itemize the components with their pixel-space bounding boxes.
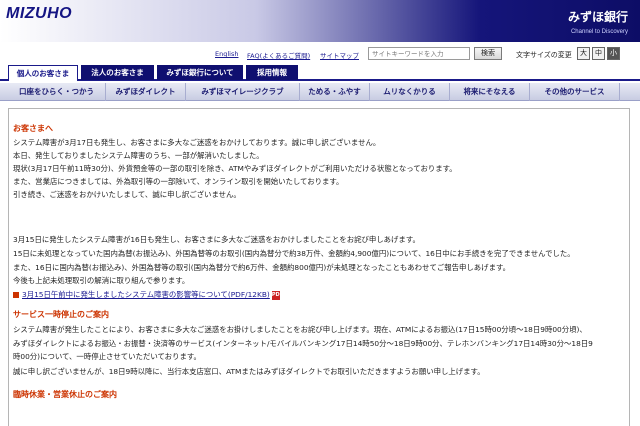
notice-heading: お客さまへ — [13, 124, 53, 133]
nav-accounts[interactable]: 口座をひらく・つかう — [8, 83, 106, 101]
notice-line: 現状(3月17日午前11時30分)、外貨預金等の一部の取引を除き、ATMやみずほ… — [13, 164, 457, 173]
font-size-label: 文字サイズの変更 — [516, 51, 572, 59]
tab-recruit[interactable]: 採用情報 — [246, 65, 298, 80]
main-nav: 口座をひらく・つかう みずほダイレクト みずほマイレージクラブ ためる・ふやす … — [0, 83, 640, 101]
nav-direct[interactable]: みずほダイレクト — [106, 83, 186, 101]
font-size-large-button[interactable]: 大 — [577, 47, 590, 60]
suspension-line: 時00分)について、一時停止させていただいております。 — [13, 352, 201, 361]
font-size-medium-button[interactable]: 中 — [592, 47, 605, 60]
font-size-small-button[interactable]: 小 — [607, 47, 620, 60]
bank-name: みずほ銀行 — [567, 10, 628, 24]
search-input[interactable] — [368, 47, 470, 60]
suspension-heading: サービス一時停止のご案内 — [13, 310, 109, 319]
nav-loans[interactable]: ムリなくかりる — [370, 83, 450, 101]
notice-line: また、営業店につきましては、外為取引等の一部除いて、オンライン取引を開始いたして… — [13, 177, 344, 186]
suspension-line: みずほダイレクトによるお振込・お振替・決済等のサービス(インターネット/モバイル… — [13, 339, 593, 348]
tab-corporate[interactable]: 法人のお客さま — [81, 65, 154, 80]
arrow-bullet-icon — [13, 292, 19, 298]
notice-line: システム障害が3月17日も発生し、お客さまに多大なご迷惑をおかけしております。誠… — [13, 138, 381, 147]
closure-heading: 臨時休業・営業休止のご案内 — [13, 390, 117, 399]
sitemap-link[interactable]: サイトマップ — [320, 50, 359, 60]
suspension-line: 誠に申し訳ございませんが、18日9時以降に、当行本支店窓口、ATMまたはみずほダ… — [13, 367, 485, 376]
notice-line: また、16日に国内為替(お振込み)、外国為替等の取引(国内為替分で約6万件、金額… — [13, 263, 511, 272]
english-link[interactable]: English — [215, 50, 238, 58]
nav-mileage-club[interactable]: みずほマイレージクラブ — [186, 83, 300, 101]
nav-other-services[interactable]: その他のサービス — [530, 83, 620, 101]
pdf-icon: PDF — [271, 290, 284, 300]
mizuho-logo[interactable]: MIZUHO — [6, 5, 72, 23]
notice-line: 3月15日に発生したシステム障害が16日も発生し、お客さまに多大なご迷惑をおかけ… — [13, 235, 420, 244]
notice-line: 15日に未処理となっていた国内為替(お振込み)、外国為替等のお取引(国内為替分で… — [13, 249, 575, 258]
nav-future[interactable]: 将来にそなえる — [450, 83, 530, 101]
suspension-line: システム障害が発生したことにより、お客さまに多大なご迷惑をお掛けしましたことをお… — [13, 325, 587, 334]
tagline: Channel to Discovery — [570, 29, 628, 35]
notice-line: 引き続き、ご迷惑をおかけいたしまして、誠に申し訳ございません。 — [13, 190, 241, 199]
impact-report-link-text[interactable]: 3月15日午前中に発生しましたシステム障害の影響等について(PDF/12KB) — [22, 290, 270, 299]
tab-personal[interactable]: 個人のお客さま — [8, 65, 78, 81]
search-button[interactable]: 検索 — [474, 47, 502, 60]
site-header: MIZUHO みずほ銀行 Channel to Discovery — [0, 0, 640, 42]
audience-tabs: 個人のお客さま 法人のお客さま みずほ銀行について 採用情報 — [0, 65, 640, 81]
notice-line: 今後も上記未処理取引の解消に取り組んで参ります。 — [13, 276, 190, 285]
notice-content: お客さまへ システム障害が3月17日も発生し、お客さまに多大なご迷惑をおかけして… — [8, 108, 630, 426]
faq-link[interactable]: FAQ(よくあるご質問) — [247, 50, 310, 60]
notice-line: 本日、発生しておりましたシステム障害のうち、一部が解消いたしました。 — [13, 151, 264, 160]
impact-report-link[interactable]: 3月15日午前中に発生しましたシステム障害の影響等について(PDF/12KB) P… — [13, 289, 284, 300]
nav-save-invest[interactable]: ためる・ふやす — [300, 83, 370, 101]
tab-about[interactable]: みずほ銀行について — [157, 65, 243, 80]
